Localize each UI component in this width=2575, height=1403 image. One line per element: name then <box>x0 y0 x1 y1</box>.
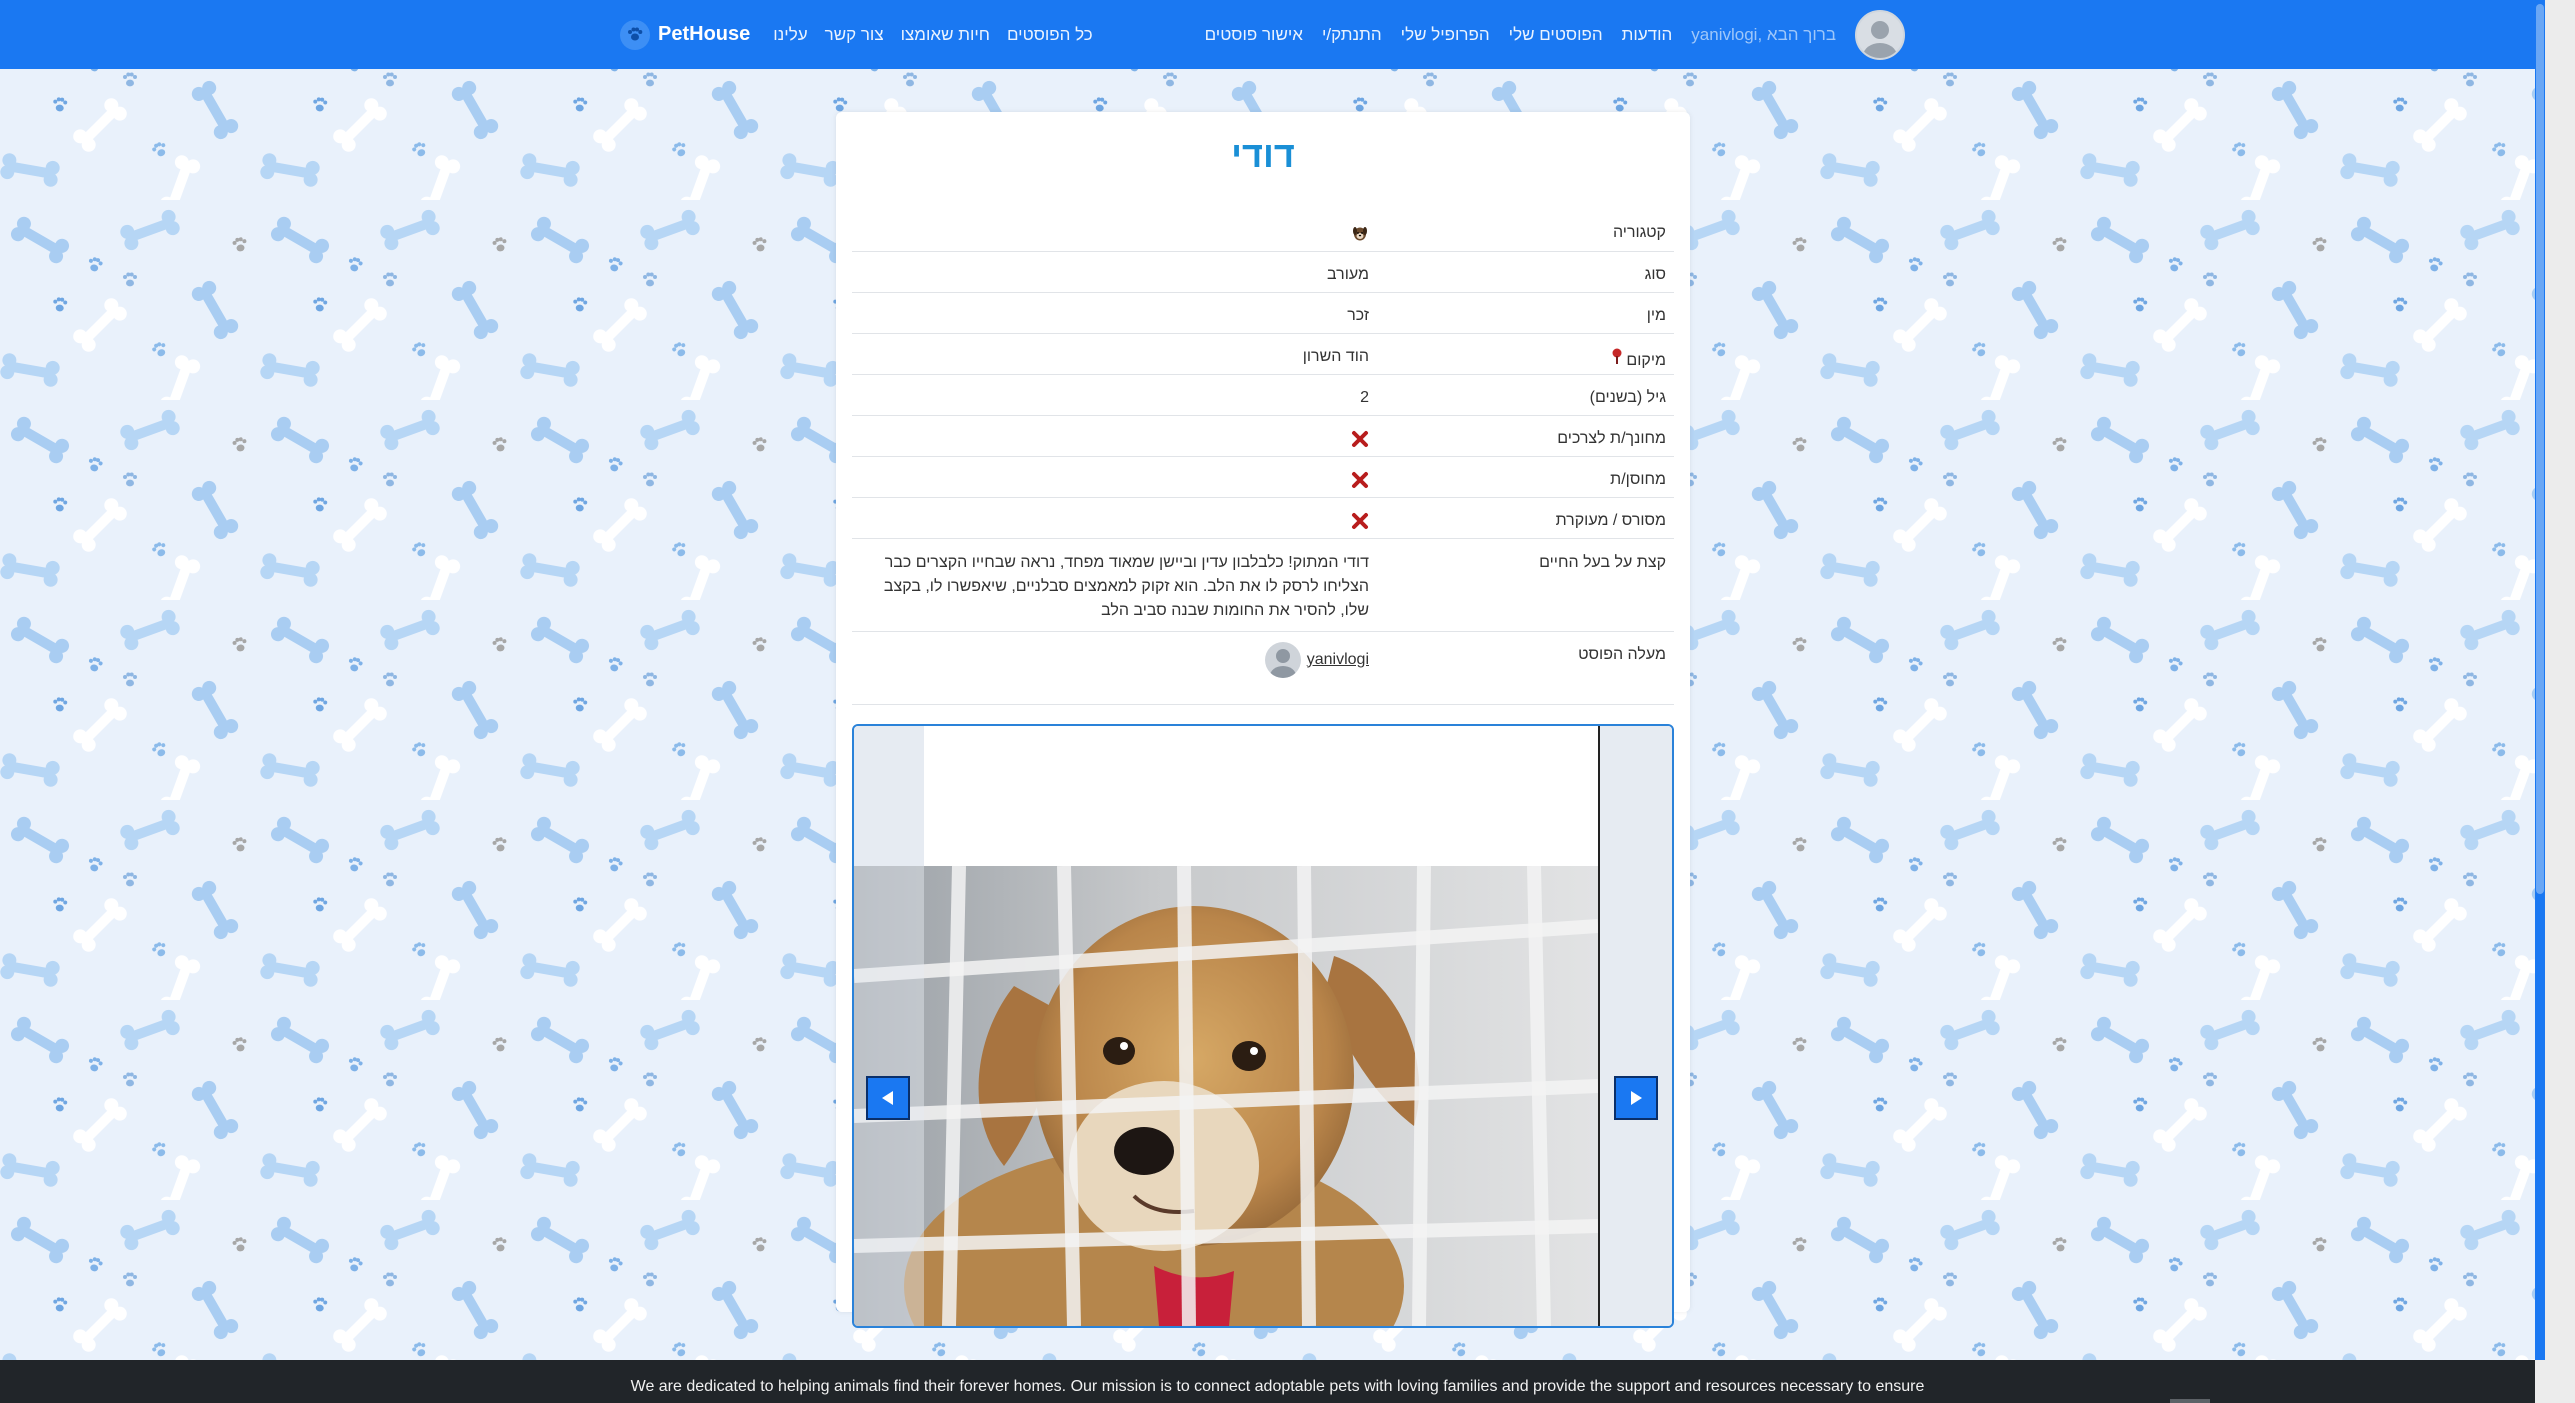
trained-value <box>852 415 1373 457</box>
nav-link-approve-posts[interactable]: אישור פוסטים <box>1205 25 1303 45</box>
neutered-value <box>852 497 1373 539</box>
info-row-about: קצת על בעל החיים דודי המתוק! כלבלבון עדי… <box>852 538 1674 632</box>
user-silhouette-icon <box>1269 648 1296 678</box>
nav-right-group: yanivlogi, ברוך הבא הודעות הפוסטים שלי ה… <box>1205 0 1905 69</box>
red-x-icon <box>1352 430 1368 447</box>
pet-image-carousel[interactable] <box>852 724 1674 1328</box>
info-row-gender: מין זכר <box>852 292 1674 334</box>
footer-divider <box>2170 1399 2210 1403</box>
vaccinated-value <box>852 456 1373 498</box>
brand-logo-link[interactable]: PetHouse <box>620 19 751 50</box>
age-label: גיל (בשנים) <box>1373 374 1674 416</box>
red-x-icon <box>1352 512 1368 529</box>
nav-link-contact[interactable]: צור קשר <box>825 25 884 45</box>
location-label: מיקום <box>1626 351 1666 369</box>
uploader-name[interactable]: yanivlogi <box>1307 651 1369 669</box>
location-value: הוד השרון <box>852 333 1373 375</box>
nav-link-messages[interactable]: הודעות <box>1622 25 1673 45</box>
page-footer: We are dedicated to helping animals find… <box>0 1360 2535 1403</box>
arrow-left-icon <box>882 1091 893 1105</box>
gender-value: זכר <box>852 292 1373 334</box>
scrollbar-thumb[interactable] <box>2536 4 2544 894</box>
about-label: קצת על בעל החיים <box>1373 538 1674 632</box>
carousel-left-gutter <box>854 726 924 866</box>
info-row-age: גיל (בשנים) 2 <box>852 374 1674 416</box>
gender-label: מין <box>1373 292 1674 334</box>
carousel-right-gutter <box>1598 726 1672 1326</box>
red-x-icon <box>1352 471 1368 488</box>
carousel-prev-button[interactable] <box>866 1076 910 1120</box>
top-navbar: yanivlogi, ברוך הבא הודעות הפוסטים שלי ה… <box>0 0 2535 69</box>
uploader-link[interactable]: yanivlogi <box>860 641 1369 678</box>
vaccinated-label: מחוסן/ת <box>1373 456 1674 498</box>
category-value <box>852 210 1373 252</box>
neutered-label: מסורס / מעוקרת <box>1373 497 1674 539</box>
nav-link-my-posts[interactable]: הפוסטים שלי <box>1509 25 1603 45</box>
nav-link-about[interactable]: עלינו <box>773 25 807 45</box>
user-avatar[interactable] <box>1855 9 1905 60</box>
info-row-category: קטגוריה <box>852 210 1674 252</box>
info-row-uploader: מעלה הפוסט yanivlogi <box>852 631 1674 705</box>
uploader-avatar[interactable] <box>1264 641 1301 678</box>
nav-left-group: PetHouse עלינו צור קשר חיות שאומצו כל הפ… <box>620 0 1093 69</box>
info-row-neutered: מסורס / מעוקרת <box>852 497 1674 539</box>
brand-name: PetHouse <box>658 23 751 45</box>
dog-icon <box>1353 227 1367 241</box>
nav-link-logout[interactable]: התנתק/י <box>1322 25 1382 45</box>
welcome-greeting: yanivlogi, ברוך הבא <box>1691 24 1836 44</box>
footer-mission-text: We are dedicated to helping animals find… <box>630 1378 1925 1395</box>
uploader-label: מעלה הפוסט <box>1373 631 1674 705</box>
age-value: 2 <box>852 374 1373 416</box>
carousel-next-button[interactable] <box>1614 1076 1658 1120</box>
pet-photo <box>854 866 1598 1326</box>
pethouse-logo-icon <box>620 19 650 50</box>
user-silhouette-icon <box>1863 20 1897 58</box>
uploader-value: yanivlogi <box>852 631 1373 705</box>
category-label: קטגוריה <box>1373 210 1674 252</box>
pet-info-table: קטגוריה סוג מעורב מין זכר מיקום הוד השרו… <box>852 210 1674 705</box>
nav-link-my-profile[interactable]: הפרופיל שלי <box>1401 25 1490 45</box>
info-row-location: מיקום הוד השרון <box>852 333 1674 375</box>
about-value: דודי המתוק! כלבלבון עדין וביישן שמאוד מפ… <box>852 538 1373 632</box>
location-label-cell: מיקום <box>1373 333 1674 375</box>
pet-details-card: דודי קטגוריה סוג מעורב מין זכר מיקום הוד… <box>836 112 1690 1328</box>
info-row-vaccinated: מחוסן/ת <box>852 456 1674 498</box>
type-label: סוג <box>1373 251 1674 293</box>
nav-link-adopted[interactable]: חיות שאומצו <box>901 25 990 45</box>
type-value: מעורב <box>852 251 1373 293</box>
info-row-trained: מחונך/ת לצרכים <box>852 415 1674 457</box>
arrow-right-icon <box>1631 1091 1642 1105</box>
info-row-type: סוג מעורב <box>852 251 1674 293</box>
location-pin-icon <box>1612 348 1622 364</box>
trained-label: מחונך/ת לצרכים <box>1373 415 1674 457</box>
nav-link-all-posts[interactable]: כל הפוסטים <box>1007 25 1093 45</box>
pet-name-title: דודי <box>1231 134 1295 175</box>
